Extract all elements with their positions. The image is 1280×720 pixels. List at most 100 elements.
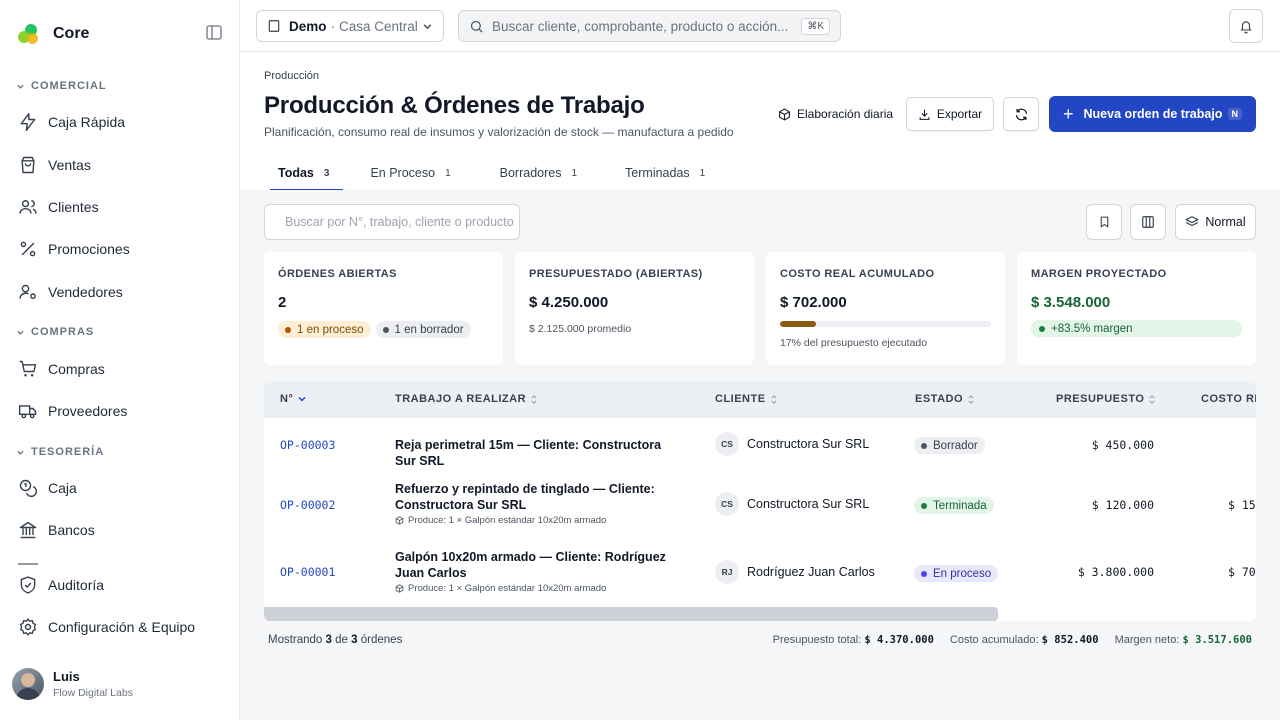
total-budget-value: $ 4.370.000 [864,634,934,646]
job-produces: Produce: 1 × Galpón estándar 10x20m arma… [395,515,685,526]
column-header-number[interactable]: N° [280,393,307,405]
notifications-button[interactable] [1229,9,1263,43]
client-name: Rodríguez Juan Carlos [747,565,875,579]
tab-count: 3 [323,167,330,179]
client-cell: RJ Rodríguez Juan Carlos [715,560,875,584]
job-title: Reja perimetral 15m — Cliente: Construct… [395,438,662,468]
kpi-budgeted: PRESUPUESTADO (ABIERTAS) $ 4.250.000 $ 2… [515,252,754,365]
tab-borradores[interactable]: Borradores 1 [465,155,591,191]
zap-icon [20,112,36,132]
shopping-cart-icon [19,360,37,377]
job-title: Refuerzo y repintado de tinglado — Clien… [395,482,655,512]
logo-icon [18,23,40,45]
sidebar-item-proveedores[interactable]: Proveedores [18,398,127,424]
order-id[interactable]: OP-00002 [280,498,335,512]
kpi-value: 2 [278,294,287,311]
tab-terminadas[interactable]: Terminadas 1 [591,155,719,191]
column-header-job[interactable]: TRABAJO A REALIZAR [395,393,538,405]
client-name: Constructora Sur SRL [747,437,870,451]
section-comercial[interactable]: COMERCIAL [16,80,107,92]
column-label: ESTADO [915,393,964,405]
app-logo[interactable]: Core [18,22,89,46]
daily-production-button[interactable]: Elaboración diaria [778,104,893,124]
refresh-button[interactable] [1003,97,1039,131]
tab-todas[interactable]: Todas 3 [264,155,344,191]
chevron-down-icon [17,450,24,455]
kpi-value: $ 3.548.000 [1031,294,1111,311]
bookmark-icon [1100,216,1108,228]
job-produces: Produce: 1 × Galpón estándar 10x20m arma… [395,583,685,594]
tab-label: Terminadas [625,166,690,180]
org-selector[interactable]: Demo · Casa Central [256,10,444,42]
progress-fill [780,321,816,327]
total-cost-value: $ 852.400 [1041,634,1099,646]
chevron-down-icon [423,23,432,29]
client-cell: CS Constructora Sur SRL [715,432,869,456]
column-header-budget[interactable]: PRESUPUESTO [1056,393,1156,405]
column-header-status[interactable]: ESTADO [915,393,975,405]
table-row[interactable]: OP-00003 Reja perimetral 15m — Cliente: … [264,418,1256,472]
table-row[interactable]: OP-00002 Refuerzo y repintado de tinglad… [264,472,1256,538]
net-margin-label: Margen neto: [1114,634,1180,646]
work-orders-table: N° TRABAJO A REALIZAR CLIENTE ESTADO PRE… [264,381,1256,621]
sidebar-item-vendedores[interactable]: Vendedores [18,279,123,305]
section-label-tesoreria: TESORERÍA [31,446,105,458]
columns-button[interactable] [1130,204,1166,240]
sidebar-collapse-icon[interactable] [206,25,223,41]
chevron-down-icon [17,330,24,335]
section-label-compras: COMPRAS [31,326,95,338]
table-search-input[interactable]: Buscar por N°, trabajo, cliente o produc… [264,204,520,240]
column-header-cost[interactable]: COSTO RE [1201,393,1256,405]
totals-summary: Presupuesto total: $ 4.370.000 Costo acu… [773,634,1252,646]
sidebar-item-caja-rapida[interactable]: Caja Rápida [18,109,125,135]
table-row[interactable]: OP-00001 Galpón 10x20m armado — Cliente:… [264,538,1256,606]
tab-label: Todas [278,166,314,180]
export-button[interactable]: Exportar [906,97,994,131]
sidebar-item-label: Bancos [48,522,95,538]
badge-label: +83.5% margen [1051,322,1133,335]
global-search-input[interactable]: Buscar cliente, comprobante, producto o … [458,10,841,42]
sidebar-item-configuracion[interactable]: Configuración & Equipo [18,614,195,640]
status-badge: En proceso [914,565,999,582]
sidebar-item-bancos[interactable]: Bancos [18,517,95,543]
org-separator: · [330,18,336,34]
tab-en-proceso[interactable]: En Proceso 1 [343,155,464,191]
column-header-client[interactable]: CLIENTE [715,393,778,405]
density-label: Normal [1205,215,1246,229]
section-tesoreria[interactable]: TESORERÍA [16,446,104,458]
user-name: Luis [53,669,80,684]
showing-prefix: Mostrando [268,634,323,646]
order-id[interactable]: OP-00001 [280,565,335,579]
sidebar-item-auditoria[interactable]: Auditoría [18,572,104,598]
sidebar-item-label: Proveedores [48,403,128,419]
status-tabs: Todas 3 En Proceso 1 Borradores 1 Termin… [264,155,719,191]
sidebar-item-label: Caja Rápida [48,114,126,130]
search-icon [470,20,483,33]
tab-label: En Proceso [370,166,436,180]
user-profile[interactable]: Luis Flow Digital Labs [12,668,133,700]
refresh-icon [1015,108,1027,120]
new-work-order-button[interactable]: + Nueva orden de trabajo N [1049,96,1256,132]
kpi-open-orders: ÓRDENES ABIERTAS 2 1 en proceso 1 en bor… [264,252,503,365]
section-label-comercial: COMERCIAL [31,80,107,92]
section-compras[interactable]: COMPRAS [16,326,94,338]
sidebar-item-compras[interactable]: Compras [18,356,105,382]
sidebar-item-caja[interactable]: Caja [18,475,77,501]
horizontal-scrollbar[interactable] [264,607,998,621]
order-id[interactable]: OP-00003 [280,438,335,452]
sidebar-item-ventas[interactable]: Ventas [18,152,91,178]
results-summary: Mostrando 3 de 3 órdenes [268,634,402,646]
saved-views-button[interactable] [1086,204,1122,240]
showing-count: 3 [325,634,332,646]
status-badge: Borrador [914,437,985,454]
truck-icon [18,405,37,419]
package-icon [779,108,790,120]
sidebar-item-promociones[interactable]: Promociones [18,236,130,262]
breadcrumb[interactable]: Producción [264,70,319,82]
tab-count: 1 [445,167,451,179]
cost-value: $ 15 [1228,498,1256,512]
building-icon [268,20,280,32]
density-button[interactable]: Normal [1175,204,1256,240]
job-produces-label: Produce: 1 × Galpón estándar 10x20m arma… [408,515,607,526]
sidebar-item-clientes[interactable]: Clientes [18,194,99,220]
